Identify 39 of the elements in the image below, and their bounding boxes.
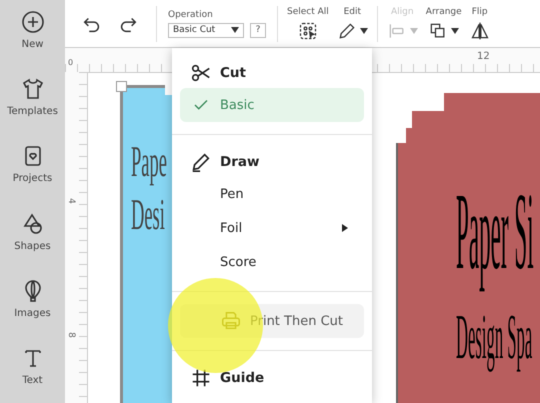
flip-icon [470,20,490,40]
shapes-icon [20,212,44,236]
design-text: Pape [131,140,167,184]
menu-option[interactable]: Basic [180,88,364,122]
select-icon [298,20,318,40]
sidebar-item[interactable]: Templates [7,67,58,134]
sidebar-item[interactable]: Projects [12,134,52,202]
menu-heading: Draw [172,147,372,177]
ruler-number: 0 [68,58,74,67]
menu-option[interactable]: Foil [180,211,364,245]
menu-option[interactable]: Pen [180,177,364,211]
hash-icon [190,367,212,389]
toolbar-tool[interactable]: Flip [466,6,494,40]
resize-handle[interactable] [116,81,127,92]
pencil-icon [336,20,357,40]
design-text: Desi [131,193,165,237]
sidebar-item[interactable]: New [20,0,44,68]
help-button[interactable]: ? [250,22,266,38]
ruler-number: 4 [66,198,76,204]
menu-heading: Cut [172,58,372,88]
operation-label: Operation [168,10,214,20]
menu-option[interactable]: Score [180,245,364,279]
design-card[interactable]: Paper Si Design Spa [396,93,540,403]
toolbar-tool[interactable]: Edit [332,6,372,40]
sidebar-item[interactable]: Shapes [14,202,51,269]
scissors-icon [190,62,212,84]
toolbar-tool[interactable]: Arrange [422,6,466,40]
ruler-number: 8 [66,332,76,338]
ruler-number: 12 [477,51,490,62]
menu-heading: Guide [172,363,372,393]
sidebar-item[interactable]: Text [20,336,44,403]
sidebar-item[interactable]: Images [14,268,51,336]
toolbar-tool[interactable]: Select All [283,6,333,40]
operation-dropdown[interactable]: Basic Cut [168,22,244,38]
caret-icon [231,27,239,33]
pencil-icon [190,151,212,173]
design-text: Paper Si [456,169,534,294]
plus-icon [20,10,44,34]
shirt-icon [20,77,44,102]
